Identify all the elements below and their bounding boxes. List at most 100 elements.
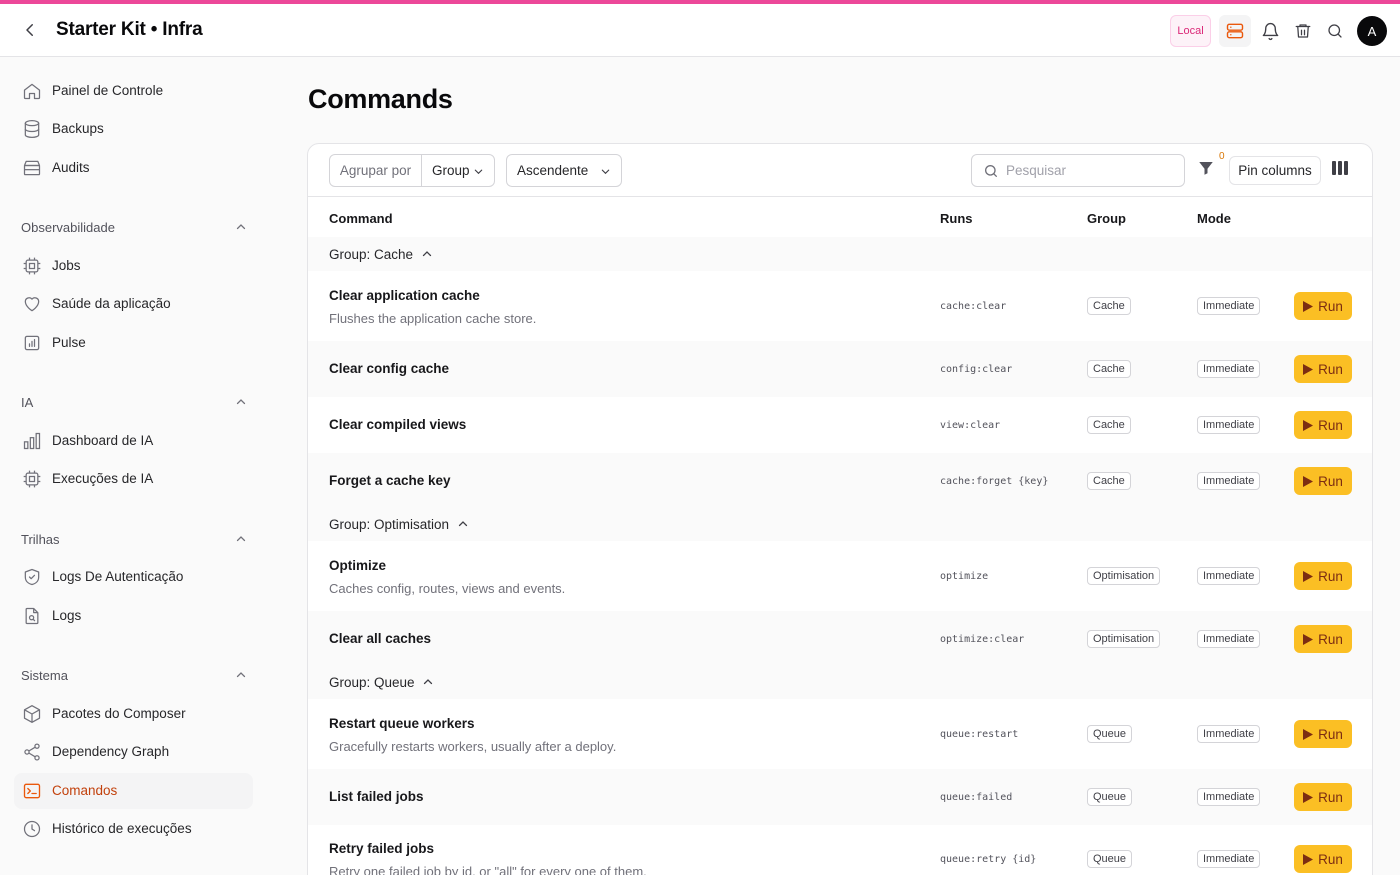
database-icon: [24, 120, 40, 138]
columns-toggle-button[interactable]: [1332, 161, 1354, 181]
mode-badge: Immediate: [1197, 297, 1261, 315]
notifications-button[interactable]: [1254, 15, 1286, 47]
sidebar-item-label: Dashboard de IA: [52, 433, 154, 448]
group-badge: Cache: [1087, 416, 1131, 434]
sidebar-item-label: Painel de Controle: [52, 83, 164, 98]
chevron-up-icon: [236, 672, 246, 678]
table-row[interactable]: Forget a cache key cache:forget {key} Ca…: [308, 453, 1372, 509]
group-by-select[interactable]: Group: [422, 155, 494, 186]
column-header-mode[interactable]: Mode: [1197, 211, 1231, 226]
run-button[interactable]: Run: [1294, 845, 1352, 873]
column-header-group[interactable]: Group: [1087, 211, 1126, 226]
chevron-up-icon[interactable]: [422, 676, 434, 688]
sidebar-item-commands[interactable]: Comandos: [14, 773, 253, 809]
section-toggle-trilhas[interactable]: Trilhas: [21, 529, 247, 549]
sidebar-item-auth-logs[interactable]: Logs De Autenticação: [14, 559, 253, 595]
run-button[interactable]: Run: [1294, 562, 1352, 590]
command-signature: cache:clear: [940, 301, 1007, 312]
table-row[interactable]: List failed jobs queue:failed Queue Imme…: [308, 769, 1372, 825]
trash-icon: [1295, 24, 1311, 38]
play-icon: [1303, 633, 1314, 645]
sidebar-item-app-health[interactable]: Saúde da aplicação: [14, 286, 253, 322]
column-header-command[interactable]: Command: [329, 211, 393, 226]
column-header-runs[interactable]: Runs: [940, 211, 973, 226]
sidebar-item-pulse[interactable]: Pulse: [14, 325, 253, 361]
run-button[interactable]: Run: [1294, 467, 1352, 495]
home-icon: [23, 83, 41, 100]
chart-square-icon: [24, 335, 40, 351]
search-icon: [1328, 24, 1342, 38]
group-by-control: Agrupar por Group: [329, 154, 495, 187]
group-badge: Queue: [1087, 850, 1133, 868]
run-button[interactable]: Run: [1294, 625, 1352, 653]
table-row[interactable]: Clear application cache Flushes the appl…: [308, 271, 1372, 341]
run-button[interactable]: Run: [1294, 355, 1352, 383]
mode-badge: Immediate: [1197, 416, 1261, 434]
run-button-label: Run: [1318, 789, 1343, 805]
run-button[interactable]: Run: [1294, 783, 1352, 811]
sidebar-item-jobs[interactable]: Jobs: [14, 248, 253, 284]
sidebar-item-audits[interactable]: Audits: [14, 150, 253, 186]
group-header-label: Group: Queue: [329, 675, 415, 690]
back-button[interactable]: [18, 18, 42, 42]
shield-check-icon: [24, 568, 40, 586]
group-header-row: Group: Optimisation: [308, 507, 1372, 541]
play-icon: [1303, 853, 1314, 865]
trash-button[interactable]: [1287, 15, 1319, 47]
heart-icon: [24, 297, 40, 312]
server-status-button[interactable]: [1219, 15, 1251, 47]
command-description: Retry one failed job by id, or "all" for…: [329, 864, 647, 875]
search-input[interactable]: [1006, 163, 1176, 178]
sidebar-item-composer-packages[interactable]: Pacotes do Composer: [14, 696, 253, 732]
filter-button[interactable]: [1197, 158, 1219, 182]
sort-direction-select[interactable]: Ascendente: [506, 154, 622, 187]
group-badge: Cache: [1087, 472, 1131, 490]
table-row[interactable]: Clear compiled views view:clear Cache Im…: [308, 397, 1372, 453]
sidebar-item-execution-history[interactable]: Histórico de execuções: [14, 811, 253, 847]
run-button-label: Run: [1318, 726, 1343, 742]
section-toggle-ia[interactable]: IA: [21, 392, 247, 412]
sidebar-item-dependency-graph[interactable]: Dependency Graph: [14, 734, 253, 770]
run-button-label: Run: [1318, 473, 1343, 489]
user-avatar[interactable]: A: [1357, 16, 1387, 46]
run-button-label: Run: [1318, 631, 1343, 647]
sidebar-item-backups[interactable]: Backups: [14, 111, 253, 147]
sidebar-item-ai-dashboard[interactable]: Dashboard de IA: [14, 423, 253, 459]
sidebar-item-ai-executions[interactable]: Execuções de IA: [14, 461, 253, 497]
command-signature: optimize: [940, 571, 989, 582]
command-title: List failed jobs: [329, 789, 424, 804]
chevron-up-icon[interactable]: [421, 248, 433, 260]
environment-badge[interactable]: Local: [1170, 15, 1211, 47]
sidebar-item-label: Backups: [52, 121, 104, 136]
group-header-row: Group: Cache: [308, 237, 1372, 271]
run-button[interactable]: Run: [1294, 720, 1352, 748]
page-title: Commands: [308, 84, 453, 114]
command-title: Optimize: [329, 558, 387, 573]
group-badge: Cache: [1087, 297, 1131, 315]
section-toggle-observabilidade[interactable]: Observabilidade: [21, 217, 247, 237]
sidebar-item-logs[interactable]: Logs: [14, 598, 253, 634]
section-toggle-sistema[interactable]: Sistema: [21, 665, 247, 685]
search-button[interactable]: [1319, 15, 1351, 47]
table-row[interactable]: Restart queue workers Gracefully restart…: [308, 699, 1372, 769]
command-title: Clear compiled views: [329, 417, 467, 432]
sidebar-item-label: Pacotes do Composer: [52, 706, 186, 721]
clock-icon: [23, 820, 41, 838]
commands-table-panel: Agrupar por Group Ascendente 0 Pin colum…: [307, 143, 1373, 875]
group-badge: Optimisation: [1087, 630, 1161, 648]
mode-badge: Immediate: [1197, 788, 1261, 806]
command-signature: config:clear: [940, 364, 1013, 375]
chevron-up-icon[interactable]: [457, 518, 469, 530]
table-row[interactable]: Retry failed jobs Retry one failed job b…: [308, 825, 1372, 875]
pin-columns-button[interactable]: Pin columns: [1229, 156, 1321, 185]
table-row[interactable]: Clear all caches optimize:clear Optimisa…: [308, 611, 1372, 667]
chip-icon: [23, 257, 41, 275]
run-button[interactable]: Run: [1294, 411, 1352, 439]
table-row[interactable]: Clear config cache config:clear Cache Im…: [308, 341, 1372, 397]
server-icon: [1226, 23, 1244, 39]
command-title: Clear application cache: [329, 288, 480, 303]
mode-badge: Immediate: [1197, 567, 1261, 585]
sidebar-item-dashboard[interactable]: Painel de Controle: [14, 73, 253, 109]
run-button[interactable]: Run: [1294, 292, 1352, 320]
table-row[interactable]: Optimize Caches config, routes, views an…: [308, 541, 1372, 611]
